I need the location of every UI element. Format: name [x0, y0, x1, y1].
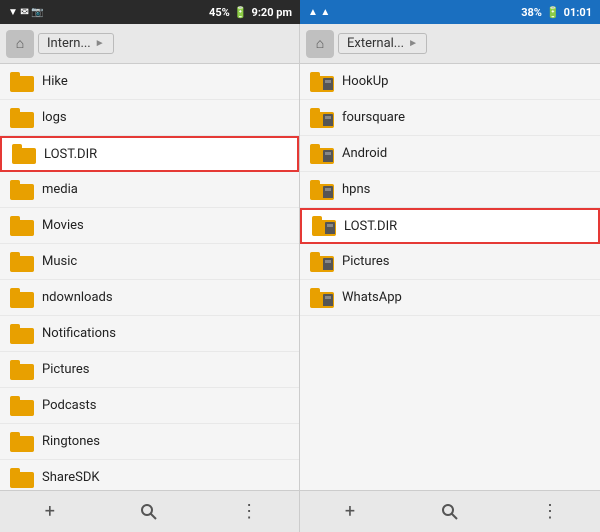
right-battery-percent: 38%: [521, 6, 542, 19]
folder-icon: [312, 216, 336, 236]
file-name-label: Movies: [42, 218, 289, 233]
folder-icon: [10, 360, 34, 380]
file-name-label: HookUp: [342, 74, 590, 89]
folder-icon: [10, 180, 34, 200]
folder-icon: [310, 252, 334, 272]
left-time: 9:20 pm: [252, 6, 292, 19]
right-panel: ⌂ External... ► HookUp foursquare Android h…: [300, 24, 600, 532]
list-item[interactable]: WhatsApp: [300, 280, 600, 316]
folder-icon: [10, 252, 34, 272]
left-add-button[interactable]: +: [34, 496, 66, 528]
folder-icon: [12, 144, 36, 164]
folder-icon: [10, 324, 34, 344]
left-toolbar: + ⋮: [0, 490, 299, 532]
folder-icon: [310, 180, 334, 200]
folder-icon: [10, 432, 34, 452]
list-item[interactable]: Android: [300, 136, 600, 172]
left-status-bar: ▼ ✉ 📷 45% 🔋 9:20 pm: [0, 0, 300, 24]
right-breadcrumb[interactable]: External... ►: [338, 33, 427, 54]
folder-icon: [10, 396, 34, 416]
file-name-label: Pictures: [42, 362, 289, 377]
left-back-button[interactable]: ⌂: [6, 30, 34, 58]
file-name-label: Android: [342, 146, 590, 161]
list-item[interactable]: media: [0, 172, 299, 208]
right-time: 01:01: [564, 6, 592, 19]
file-name-label: Notifications: [42, 326, 289, 341]
file-name-label: media: [42, 182, 289, 197]
file-name-label: Hike: [42, 74, 289, 89]
file-name-label: logs: [42, 110, 289, 125]
folder-icon: [10, 108, 34, 128]
left-search-icon: [140, 503, 158, 521]
left-battery-percent: 45%: [209, 6, 230, 19]
list-item[interactable]: Pictures: [0, 352, 299, 388]
list-item[interactable]: Notifications: [0, 316, 299, 352]
file-name-label: Podcasts: [42, 398, 289, 413]
left-notification-icons: ▼ ✉ 📷: [8, 7, 44, 18]
list-item[interactable]: LOST.DIR: [0, 136, 299, 172]
list-item[interactable]: Pictures: [300, 244, 600, 280]
left-breadcrumb[interactable]: Intern... ►: [38, 33, 114, 54]
right-toolbar: + ⋮: [300, 490, 600, 532]
file-name-label: WhatsApp: [342, 290, 590, 305]
folder-icon: [310, 144, 334, 164]
list-item[interactable]: HookUp: [300, 64, 600, 100]
left-more-button[interactable]: ⋮: [233, 496, 265, 528]
file-name-label: ShareSDK: [42, 470, 289, 485]
list-item[interactable]: hpns: [300, 172, 600, 208]
notification-icon: ▼ ✉ 📷: [8, 7, 44, 18]
left-breadcrumb-bar: ⌂ Intern... ►: [0, 24, 299, 64]
folder-icon: [310, 288, 334, 308]
list-item[interactable]: logs: [0, 100, 299, 136]
folder-icon: [10, 468, 34, 488]
file-name-label: hpns: [342, 182, 590, 197]
file-name-label: Pictures: [342, 254, 590, 269]
file-name-label: Music: [42, 254, 289, 269]
right-signal-icon: ▲ ▲: [308, 7, 330, 18]
list-item[interactable]: Podcasts: [0, 388, 299, 424]
right-file-list: HookUp foursquare Android hpns LOST.DIR Pictu…: [300, 64, 600, 490]
right-add-button[interactable]: +: [334, 496, 366, 528]
list-item[interactable]: ShareSDK: [0, 460, 299, 490]
left-search-button[interactable]: [133, 496, 165, 528]
right-breadcrumb-chevron: ►: [408, 38, 418, 49]
left-battery-icon: 🔋: [234, 6, 248, 19]
left-panel: ⌂ Intern... ► Hike logs LOST.DIR media Movie…: [0, 24, 300, 532]
left-file-list: Hike logs LOST.DIR media Movies Music ndownloa…: [0, 64, 299, 490]
right-breadcrumb-bar: ⌂ External... ►: [300, 24, 600, 64]
file-name-label: foursquare: [342, 110, 590, 125]
left-breadcrumb-chevron: ►: [95, 38, 105, 49]
file-name-label: LOST.DIR: [44, 147, 287, 162]
list-item[interactable]: Ringtones: [0, 424, 299, 460]
right-battery-icon: 🔋: [546, 6, 560, 19]
list-item[interactable]: LOST.DIR: [300, 208, 600, 244]
right-search-button[interactable]: [434, 496, 466, 528]
list-item[interactable]: ndownloads: [0, 280, 299, 316]
folder-icon: [310, 72, 334, 92]
right-status-bar: ▲ ▲ 38% 🔋 01:01: [300, 0, 600, 24]
folder-icon: [10, 72, 34, 92]
list-item[interactable]: Music: [0, 244, 299, 280]
right-signal-icons: ▲ ▲: [308, 7, 330, 18]
file-name-label: Ringtones: [42, 434, 289, 449]
folder-icon: [10, 288, 34, 308]
list-item[interactable]: Hike: [0, 64, 299, 100]
list-item[interactable]: Movies: [0, 208, 299, 244]
list-item[interactable]: foursquare: [300, 100, 600, 136]
folder-icon: [10, 216, 34, 236]
right-back-button[interactable]: ⌂: [306, 30, 334, 58]
file-name-label: LOST.DIR: [344, 219, 588, 234]
file-name-label: ndownloads: [42, 290, 289, 305]
right-more-button[interactable]: ⋮: [534, 496, 566, 528]
right-search-icon: [441, 503, 459, 521]
folder-icon: [310, 108, 334, 128]
